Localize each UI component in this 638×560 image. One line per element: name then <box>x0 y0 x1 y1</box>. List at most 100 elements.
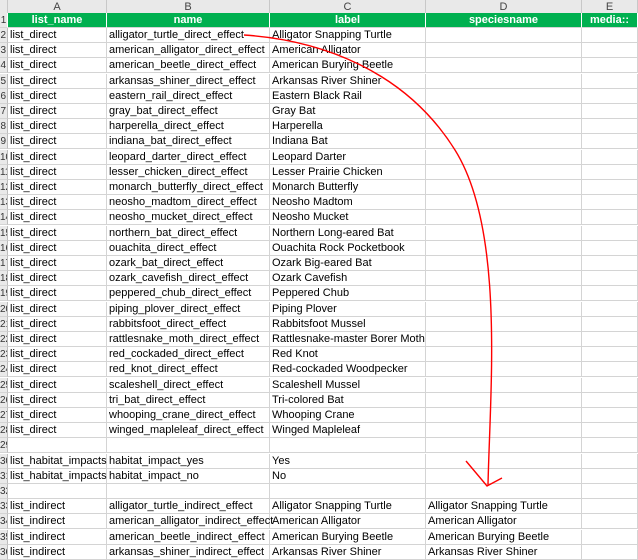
row-number[interactable]: 15 <box>0 225 8 241</box>
cell-media[interactable] <box>582 362 638 378</box>
cell-label[interactable]: Ouachita Rock Pocketbook <box>270 240 426 256</box>
row-number[interactable]: 17 <box>0 256 8 271</box>
cell-name[interactable]: arkansas_shiner_direct_effect <box>107 73 270 89</box>
cell-speciesname[interactable] <box>426 104 582 119</box>
header-cell-label[interactable]: label <box>270 13 426 28</box>
cell-label[interactable]: Red-cockaded Woodpecker <box>270 362 426 378</box>
cell-media[interactable] <box>582 544 638 560</box>
cell-speciesname[interactable] <box>426 164 582 180</box>
cell-label[interactable]: Neosho Madtom <box>270 195 426 211</box>
cell-name[interactable]: rattlesnake_moth_direct_effect <box>107 332 270 347</box>
cell-name[interactable]: gray_bat_direct_effect <box>107 104 270 119</box>
cell-speciesname[interactable] <box>426 332 582 347</box>
cell-label[interactable]: Peppered Chub <box>270 286 426 302</box>
cell-label[interactable]: Scaleshell Mussel <box>270 377 426 393</box>
cell-label[interactable]: Gray Bat <box>270 104 426 119</box>
cell-list-name[interactable]: list_direct <box>8 332 107 347</box>
row-number[interactable]: 11 <box>0 164 8 180</box>
cell-list-name[interactable]: list_direct <box>8 164 107 180</box>
cell-media[interactable] <box>582 256 638 271</box>
cell-list-name[interactable]: list_indirect <box>8 499 107 515</box>
cell-name[interactable]: eastern_rail_direct_effect <box>107 88 270 104</box>
cell-name[interactable]: lesser_chicken_direct_effect <box>107 164 270 180</box>
row-number[interactable]: 27 <box>0 408 8 423</box>
cell-name[interactable]: red_knot_direct_effect <box>107 362 270 378</box>
cell-speciesname[interactable] <box>426 119 582 135</box>
row-number[interactable]: 24 <box>0 362 8 378</box>
row-number[interactable]: 26 <box>0 392 8 408</box>
cell-speciesname[interactable] <box>426 377 582 393</box>
cell-label[interactable]: American Burying Beetle <box>270 529 426 545</box>
cell-media[interactable] <box>582 286 638 302</box>
header-cell-list-name[interactable]: list_name <box>8 13 107 28</box>
cell-speciesname[interactable] <box>426 225 582 241</box>
cell-list-name[interactable]: list_direct <box>8 362 107 378</box>
cell-label[interactable]: American Alligator <box>270 43 426 59</box>
cell-list-name[interactable]: list_habitat_impacts <box>8 468 107 484</box>
cell-name[interactable] <box>107 484 270 499</box>
cell-speciesname[interactable]: Alligator Snapping Turtle <box>426 499 582 515</box>
cell-speciesname[interactable] <box>426 316 582 332</box>
cell-name[interactable]: neosho_mucket_direct_effect <box>107 210 270 226</box>
cell-name[interactable]: ozark_cavefish_direct_effect <box>107 271 270 287</box>
cell-media[interactable] <box>582 73 638 89</box>
cell-list-name[interactable]: list_direct <box>8 377 107 393</box>
cell-list-name[interactable]: list_direct <box>8 423 107 439</box>
row-number[interactable]: 6 <box>0 88 8 104</box>
cell-list-name[interactable]: list_direct <box>8 301 107 317</box>
row-number[interactable]: 32 <box>0 484 8 499</box>
cell-label[interactable]: Ozark Cavefish <box>270 271 426 287</box>
cell-label[interactable]: Ozark Big-eared Bat <box>270 256 426 271</box>
cell-list-name[interactable]: list_direct <box>8 104 107 119</box>
cell-speciesname[interactable] <box>426 58 582 74</box>
cell-speciesname[interactable] <box>426 240 582 256</box>
cell-speciesname[interactable] <box>426 28 582 43</box>
cell-label[interactable]: Indiana Bat <box>270 134 426 150</box>
row-number[interactable]: 14 <box>0 210 8 226</box>
cell-label[interactable]: Rattlesnake-master Borer Moth <box>270 332 426 347</box>
cell-label[interactable]: Northern Long-eared Bat <box>270 225 426 241</box>
cell-media[interactable] <box>582 210 638 226</box>
cell-media[interactable] <box>582 164 638 180</box>
cell-name[interactable]: tri_bat_direct_effect <box>107 392 270 408</box>
row-number[interactable]: 22 <box>0 332 8 347</box>
cell-name[interactable]: rabbitsfoot_direct_effect <box>107 316 270 332</box>
cell-name[interactable]: whooping_crane_direct_effect <box>107 408 270 423</box>
row-number[interactable]: 16 <box>0 240 8 256</box>
cell-list-name[interactable]: list_direct <box>8 119 107 135</box>
cell-name[interactable]: monarch_butterfly_direct_effect <box>107 180 270 195</box>
row-number[interactable]: 13 <box>0 195 8 211</box>
cell-label[interactable]: Yes <box>270 453 426 469</box>
cell-speciesname[interactable] <box>426 149 582 165</box>
cell-name[interactable]: alligator_turtle_indirect_effect <box>107 499 270 515</box>
cell-speciesname[interactable] <box>426 271 582 287</box>
cell-speciesname[interactable] <box>426 347 582 363</box>
row-number[interactable]: 21 <box>0 316 8 332</box>
cell-label[interactable]: Alligator Snapping Turtle <box>270 499 426 515</box>
cell-list-name[interactable]: list_direct <box>8 180 107 195</box>
cell-label[interactable]: Winged Mapleleaf <box>270 423 426 439</box>
cell-speciesname[interactable]: American Burying Beetle <box>426 529 582 545</box>
cell-media[interactable] <box>582 225 638 241</box>
cell-name[interactable]: scaleshell_direct_effect <box>107 377 270 393</box>
cell-label[interactable]: Lesser Prairie Chicken <box>270 164 426 180</box>
cell-media[interactable] <box>582 119 638 135</box>
cell-name[interactable]: harperella_direct_effect <box>107 119 270 135</box>
cell-speciesname[interactable] <box>426 43 582 59</box>
row-number[interactable]: 4 <box>0 58 8 74</box>
cell-speciesname[interactable] <box>426 301 582 317</box>
row-number[interactable]: 8 <box>0 119 8 135</box>
cell-name[interactable]: american_beetle_direct_effect <box>107 58 270 74</box>
cell-list-name[interactable]: list_direct <box>8 28 107 43</box>
cell-list-name[interactable]: list_direct <box>8 134 107 150</box>
cell-label[interactable]: Piping Plover <box>270 301 426 317</box>
cell-speciesname[interactable] <box>426 195 582 211</box>
row-number[interactable]: 33 <box>0 499 8 515</box>
cell-list-name[interactable]: list_direct <box>8 88 107 104</box>
cell-label[interactable]: Eastern Black Rail <box>270 88 426 104</box>
cell-speciesname[interactable] <box>426 286 582 302</box>
cell-list-name[interactable] <box>8 484 107 499</box>
cell-media[interactable] <box>582 58 638 74</box>
row-number[interactable]: 35 <box>0 529 8 545</box>
cell-label[interactable]: Tri-colored Bat <box>270 392 426 408</box>
